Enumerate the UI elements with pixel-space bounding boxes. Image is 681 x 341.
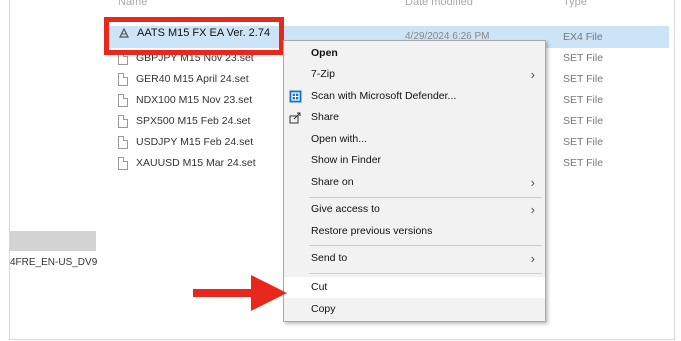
chevron-right-icon: ›: [530, 251, 535, 266]
menu-separator: [309, 197, 542, 198]
share-icon: [289, 111, 302, 124]
file-name: USDJPY M15 Feb 24.set: [136, 136, 254, 148]
file-icon: [118, 93, 128, 107]
column-header-name[interactable]: Name: [118, 0, 147, 8]
menu-item-cut[interactable]: Cut: [284, 277, 545, 298]
menu-item-share[interactable]: Share: [284, 107, 545, 128]
chevron-right-icon: ›: [530, 175, 535, 190]
sidebar-selected-item[interactable]: [10, 231, 96, 251]
menu-item-label: Restore previous versions: [311, 225, 433, 237]
file-row[interactable]: SPX500 M15 Feb 24.set: [118, 111, 250, 131]
file-icon: [118, 72, 128, 86]
file-type: SET File: [563, 94, 604, 106]
chevron-right-icon: ›: [530, 67, 535, 82]
context-menu: Open 7-Zip › Scan with Microsoft Defender…: [283, 40, 546, 322]
file-name: GER40 M15 April 24.set: [136, 73, 249, 85]
menu-item-send-to[interactable]: Send to ›: [284, 248, 545, 269]
file-row[interactable]: USDJPY M15 Feb 24.set: [118, 132, 253, 152]
menu-item-7zip[interactable]: 7-Zip ›: [284, 64, 545, 85]
file-name: SPX500 M15 Feb 24.set: [136, 115, 251, 127]
menu-separator: [309, 245, 542, 246]
file-name: NDX100 M15 Nov 23.set: [136, 94, 253, 106]
file-type: SET File: [563, 157, 604, 169]
file-type: SET File: [563, 115, 604, 127]
chevron-right-icon: ›: [530, 202, 535, 217]
file-row[interactable]: GER40 M15 April 24.set: [118, 69, 249, 89]
menu-item-copy[interactable]: Copy: [284, 299, 545, 320]
menu-item-label: Send to: [311, 252, 348, 264]
file-row[interactable]: NDX100 M15 Nov 23.set: [118, 90, 252, 110]
menu-item-share-on[interactable]: Share on ›: [284, 172, 545, 193]
file-type: EX4 File: [563, 31, 603, 43]
file-icon: [118, 135, 128, 149]
menu-item-label: Open: [311, 47, 338, 59]
file-type: SET File: [563, 73, 604, 85]
menu-item-show-in-finder[interactable]: Show in Finder: [284, 150, 545, 171]
file-icon: [118, 114, 128, 128]
file-type: SET File: [563, 136, 604, 148]
highlight-box: [104, 17, 284, 55]
menu-item-open[interactable]: Open: [284, 43, 545, 64]
red-arrow-icon: [193, 275, 287, 311]
menu-separator: [309, 273, 542, 274]
menu-item-open-with[interactable]: Open with...: [284, 129, 545, 150]
menu-item-label: Share: [311, 111, 340, 123]
menu-item-label: Cut: [311, 281, 328, 293]
file-row[interactable]: XAUUSD M15 Mar 24.set: [118, 153, 256, 173]
menu-item-label: 7-Zip: [311, 68, 335, 80]
column-header-type[interactable]: Type: [563, 0, 587, 8]
menu-item-give-access[interactable]: Give access to ›: [284, 199, 545, 220]
defender-icon: [289, 90, 302, 103]
menu-item-label: Show in Finder: [311, 154, 382, 166]
file-icon: [118, 156, 128, 170]
menu-item-label: Open with...: [311, 133, 368, 145]
menu-item-label: Give access to: [311, 203, 380, 215]
menu-item-scan[interactable]: Scan with Microsoft Defender...: [284, 86, 545, 107]
menu-item-restore[interactable]: Restore previous versions: [284, 221, 545, 242]
menu-item-label: Copy: [311, 303, 336, 315]
menu-item-label: Scan with Microsoft Defender...: [311, 90, 457, 102]
sidebar-item-label[interactable]: 4FRE_EN-US_DV9: [10, 257, 97, 268]
file-name: XAUUSD M15 Mar 24.set: [136, 157, 256, 169]
column-header-date[interactable]: Date modified: [405, 0, 473, 8]
file-type: SET File: [563, 52, 604, 64]
menu-item-label: Share on: [311, 176, 354, 188]
